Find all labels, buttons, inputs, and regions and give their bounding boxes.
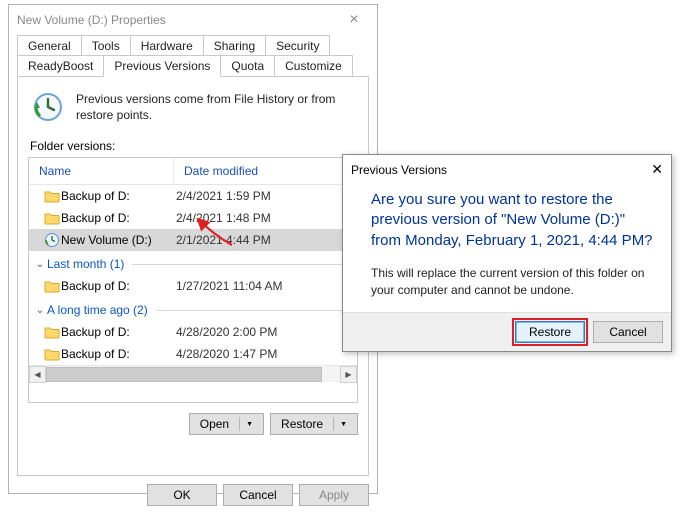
tab-readyboost[interactable]: ReadyBoost xyxy=(17,55,104,77)
item-date: 2/4/2021 1:48 PM xyxy=(176,211,271,225)
close-icon[interactable]: × xyxy=(339,11,369,29)
drive-history-icon xyxy=(43,232,61,248)
chevron-down-icon: ⌄ xyxy=(33,305,47,316)
list-item[interactable]: Backup of D: 2/4/2021 1:48 PM xyxy=(29,207,357,229)
folder-icon xyxy=(43,189,61,203)
tab-hardware[interactable]: Hardware xyxy=(130,35,204,56)
group-label: A long time ago (2) xyxy=(47,303,148,317)
group-label: Last month (1) xyxy=(47,257,124,271)
scroll-thumb[interactable] xyxy=(46,367,322,382)
tab-quota[interactable]: Quota xyxy=(220,55,275,77)
chevron-down-icon: ▼ xyxy=(340,421,347,428)
list-item[interactable]: Backup of D: 1/27/2021 11:04 AM xyxy=(29,275,357,297)
list-header[interactable]: Name Date modified xyxy=(29,158,357,185)
dialog-title: Previous Versions xyxy=(351,163,447,177)
cancel-button[interactable]: Cancel xyxy=(223,484,293,506)
tab-general[interactable]: General xyxy=(17,35,82,56)
folder-icon xyxy=(43,325,61,339)
item-name: Backup of D: xyxy=(61,279,176,293)
list-item-selected[interactable]: New Volume (D:) 2/1/2021 4:44 PM xyxy=(29,229,357,251)
item-date: 2/1/2021 4:44 PM xyxy=(176,233,271,247)
versions-list[interactable]: Name Date modified Backup of D: 2/4/2021… xyxy=(28,157,358,403)
window-title: New Volume (D:) Properties xyxy=(17,13,166,27)
item-name: Backup of D: xyxy=(61,189,176,203)
dialog-main-instruction: Are you sure you want to restore the pre… xyxy=(371,190,653,251)
tab-tools[interactable]: Tools xyxy=(81,35,131,56)
folder-icon xyxy=(43,279,61,293)
tab-sharing[interactable]: Sharing xyxy=(203,35,266,56)
explain-text: Previous versions come from File History… xyxy=(76,91,354,123)
item-name: New Volume (D:) xyxy=(61,233,176,247)
properties-window: New Volume (D:) Properties × General Too… xyxy=(8,4,378,494)
chevron-down-icon: ⌄ xyxy=(33,259,47,270)
history-clock-icon xyxy=(32,91,64,123)
chevron-down-icon: ▼ xyxy=(246,421,253,428)
column-date[interactable]: Date modified xyxy=(174,158,357,184)
list-label: Folder versions: xyxy=(30,139,358,153)
scroll-left-button[interactable]: ◀ xyxy=(29,366,46,383)
titlebar[interactable]: New Volume (D:) Properties × xyxy=(9,5,377,35)
folder-icon xyxy=(43,211,61,225)
dialog-sub-instruction: This will replace the current version of… xyxy=(371,265,653,299)
item-date: 2/4/2021 1:59 PM xyxy=(176,189,271,203)
item-name: Backup of D: xyxy=(61,325,176,339)
dialog-cancel-button[interactable]: Cancel xyxy=(593,321,663,343)
item-date: 1/27/2021 11:04 AM xyxy=(176,279,283,293)
tab-previous-versions[interactable]: Previous Versions xyxy=(103,55,221,77)
dialog-titlebar[interactable]: Previous Versions ✕ xyxy=(343,155,671,184)
dialog-restore-button[interactable]: Restore xyxy=(515,321,585,343)
item-name: Backup of D: xyxy=(61,347,176,361)
group-last-month[interactable]: ⌄ Last month (1) xyxy=(29,251,357,275)
item-date: 4/28/2020 1:47 PM xyxy=(176,347,277,361)
tab-security[interactable]: Security xyxy=(265,35,330,56)
column-name[interactable]: Name xyxy=(29,158,174,184)
close-icon[interactable]: ✕ xyxy=(639,161,663,178)
open-label: Open xyxy=(200,417,229,431)
restore-confirm-dialog: Previous Versions ✕ Are you sure you wan… xyxy=(342,154,672,352)
item-name: Backup of D: xyxy=(61,211,176,225)
tab-panel-previous-versions: Previous versions come from File History… xyxy=(17,76,369,476)
group-long-time-ago[interactable]: ⌄ A long time ago (2) xyxy=(29,297,357,321)
apply-button[interactable]: Apply xyxy=(299,484,369,506)
restore-split-button[interactable]: Restore ▼ xyxy=(270,413,358,435)
open-split-button[interactable]: Open ▼ xyxy=(189,413,264,435)
tab-customize[interactable]: Customize xyxy=(274,55,353,77)
scroll-right-button[interactable]: ▶ xyxy=(340,366,357,383)
item-date: 4/28/2020 2:00 PM xyxy=(176,325,277,339)
list-item[interactable]: Backup of D: 2/4/2021 1:59 PM xyxy=(29,185,357,207)
ok-button[interactable]: OK xyxy=(147,484,217,506)
horizontal-scrollbar[interactable]: ◀ ▶ xyxy=(29,365,357,382)
list-item[interactable]: Backup of D: 4/28/2020 2:00 PM xyxy=(29,321,357,343)
restore-label: Restore xyxy=(281,417,323,431)
tab-strip: General Tools Hardware Sharing Security … xyxy=(9,35,377,77)
folder-icon xyxy=(43,347,61,361)
list-item[interactable]: Backup of D: 4/28/2020 1:47 PM xyxy=(29,343,357,365)
